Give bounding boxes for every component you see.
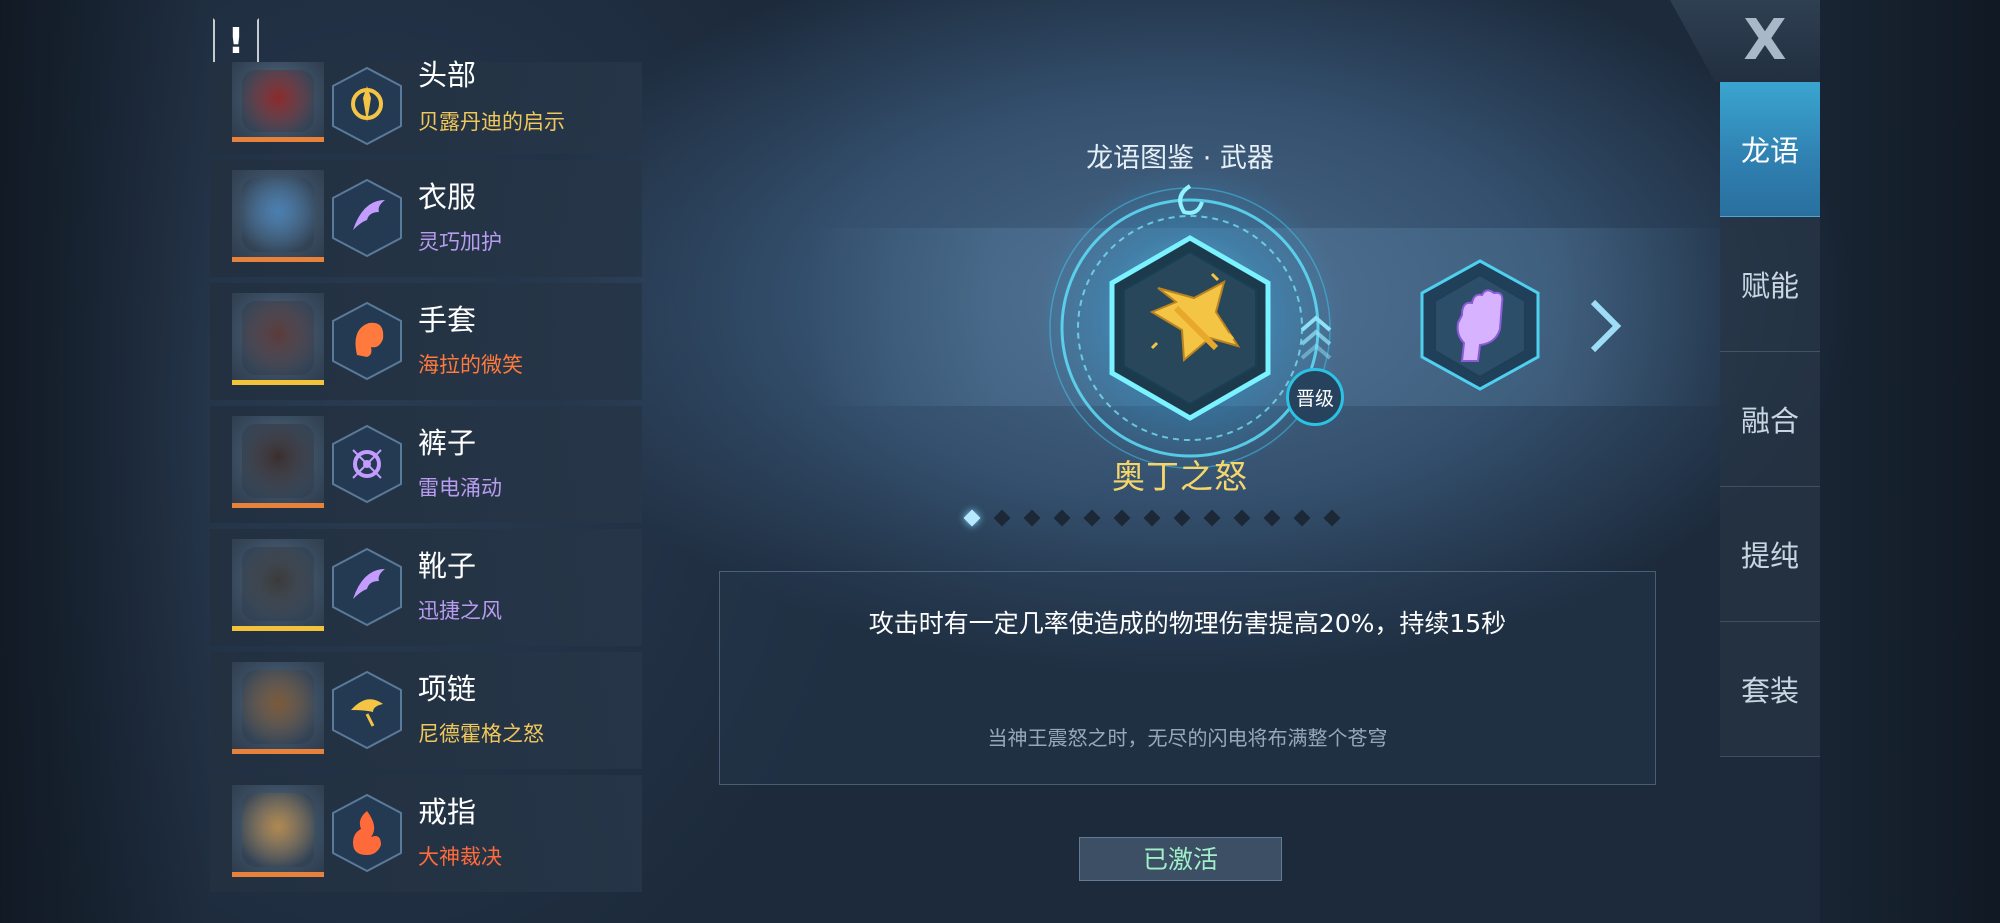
slot-name: 衣服 (418, 180, 477, 214)
rarity-bar (232, 503, 324, 508)
equipment-slot[interactable]: 衣服 灵巧加护 (210, 160, 642, 277)
equipment-list: 头部贝露丹迪的启示衣服灵巧加护手套海拉的微笑裤子雷电涌动靴子迅捷之风项链尼德霍格… (210, 58, 642, 898)
gold-rune-icon (332, 66, 402, 146)
fist-rune-icon[interactable] (1410, 255, 1550, 395)
weapon-name: 奥丁之怒 (1112, 457, 1248, 496)
rune-name: 海拉的微笑 (418, 353, 523, 377)
left-shade (0, 0, 210, 923)
purple-orb-rune-icon (332, 424, 402, 504)
rarity-bar (232, 626, 324, 631)
tab-0[interactable]: 龙语 (1720, 82, 1820, 217)
equipment-thumbnail (232, 785, 324, 877)
odin-wrath-rune-icon[interactable] (1040, 178, 1340, 478)
tab-1[interactable]: 赋能 (1720, 217, 1820, 352)
tab-2[interactable]: 融合 (1720, 352, 1820, 487)
slot-name: 头部 (418, 58, 477, 92)
page-dot[interactable] (1173, 509, 1191, 527)
equipment-thumbnail (232, 539, 324, 631)
slot-name: 靴子 (418, 549, 477, 583)
rarity-bar (232, 749, 324, 754)
equipment-thumbnail (232, 170, 324, 262)
rune-name: 尼德霍格之怒 (418, 722, 544, 746)
rune-name: 贝露丹迪的启示 (418, 110, 565, 134)
page-dot[interactable] (963, 509, 981, 527)
equipment-slot[interactable]: 靴子 迅捷之风 (210, 529, 642, 646)
activated-button[interactable]: 已激活 (1079, 837, 1282, 881)
equipment-thumbnail (232, 293, 324, 385)
orange-flame-rune-icon (332, 793, 402, 873)
page-dot[interactable] (1143, 509, 1161, 527)
rune-name: 灵巧加护 (418, 230, 502, 254)
upgrade-arrows-icon (1300, 315, 1332, 360)
page-dot[interactable] (1263, 509, 1281, 527)
equipment-thumbnail (232, 62, 324, 142)
page-dot[interactable] (1053, 509, 1071, 527)
page-dot[interactable] (1083, 509, 1101, 527)
equipment-slot[interactable]: 戒指 大神裁决 (210, 775, 642, 892)
effect-description: 攻击时有一定几率使造成的物理伤害提高20%，持续15秒 (868, 609, 1507, 638)
equipment-thumbnail (232, 662, 324, 754)
page-dot[interactable] (1023, 509, 1041, 527)
rarity-bar (232, 137, 324, 142)
page-dot[interactable] (993, 509, 1011, 527)
rune-name: 大神裁决 (418, 845, 502, 869)
slot-name: 手套 (418, 303, 477, 337)
equipment-slot[interactable]: 头部 贝露丹迪的启示 (210, 58, 642, 154)
page-dot[interactable] (1293, 509, 1311, 527)
equipment-thumbnail (232, 416, 324, 508)
promote-label: 晋级 (1295, 387, 1334, 410)
chevron-right-icon[interactable] (1587, 298, 1623, 354)
rune-name: 雷电涌动 (418, 476, 502, 500)
promote-badge[interactable]: 晋级 (1286, 368, 1344, 426)
page-dot[interactable] (1113, 509, 1131, 527)
orange-face-rune-icon (332, 301, 402, 381)
tab-4[interactable]: 套装 (1720, 622, 1820, 757)
equipment-slot[interactable]: 项链 尼德霍格之怒 (210, 652, 642, 769)
gold-dragon-rune-icon (332, 670, 402, 750)
equipment-slot[interactable]: 手套 海拉的微笑 (210, 283, 642, 400)
slot-name: 戒指 (418, 795, 477, 829)
close-icon[interactable]: X (1730, 12, 1800, 70)
rarity-bar (232, 872, 324, 877)
page-indicator (963, 509, 1341, 527)
page-dot[interactable] (1203, 509, 1221, 527)
description-box: 攻击时有一定几率使造成的物理伤害提高20%，持续15秒 当神王震怒之时，无尽的闪… (719, 571, 1656, 785)
page-dot[interactable] (1323, 509, 1341, 527)
slot-name: 裤子 (418, 426, 477, 460)
flavor-text: 当神王震怒之时，无尽的闪电将布满整个苍穹 (987, 726, 1388, 750)
rarity-bar (232, 380, 324, 385)
side-tabs: 龙语 赋能 融合 提纯 套装 (1720, 82, 1820, 757)
rune-name: 迅捷之风 (418, 599, 502, 623)
tab-3[interactable]: 提纯 (1720, 487, 1820, 622)
purple-wing-rune-icon (332, 547, 402, 627)
rarity-bar (232, 257, 324, 262)
equipment-slot[interactable]: 裤子 雷电涌动 (210, 406, 642, 523)
purple-wing-rune-icon (332, 178, 402, 258)
exclamation-icon[interactable]: ! (213, 18, 259, 64)
page-dot[interactable] (1233, 509, 1251, 527)
slot-name: 项链 (418, 672, 477, 706)
right-shade (1820, 0, 2000, 923)
